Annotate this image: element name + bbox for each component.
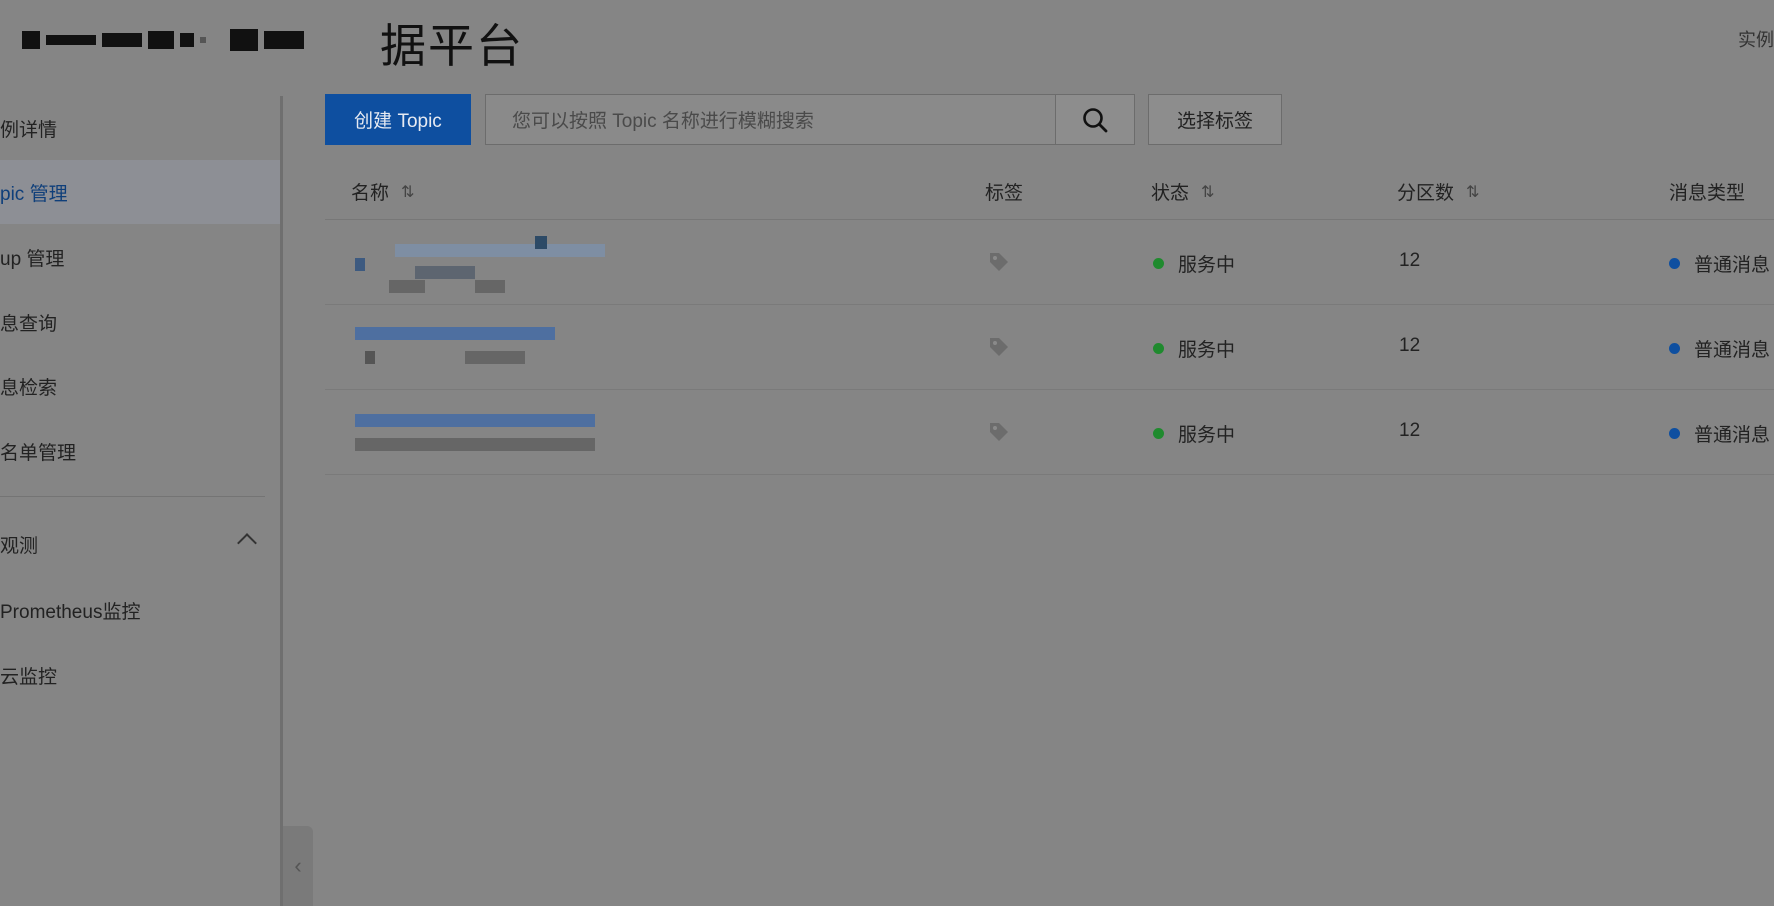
column-label: 分区数 [1397, 183, 1455, 204]
sidebar-item-label: 例详情 [0, 119, 58, 141]
type-dot-icon [1669, 258, 1680, 269]
search-placeholder: 您可以按照 Topic 名称进行模糊搜索 [512, 111, 814, 132]
sidebar-item-label: up 管理 [0, 248, 65, 270]
status-text: 服务中 [1178, 425, 1236, 446]
sidebar-item-cloud-monitor[interactable]: 云监控 [0, 643, 280, 707]
tag-icon[interactable] [987, 420, 1011, 444]
search-icon [1083, 107, 1108, 132]
sidebar-item-message-search[interactable]: 息检索 [0, 354, 280, 418]
redacted-topic-name[interactable] [355, 321, 625, 376]
status-text: 服务中 [1178, 255, 1236, 276]
column-header-tags: 标签 [985, 178, 1023, 205]
column-header-status[interactable]: 状态 ⇅ [1151, 178, 1214, 205]
type-dot-icon [1669, 428, 1680, 439]
partitions-cell: 12 [1399, 420, 1421, 441]
partitions-cell: 12 [1399, 335, 1421, 356]
column-header-partitions[interactable]: 分区数 ⇅ [1397, 178, 1479, 205]
sidebar-item-message-query[interactable]: 息查询 [0, 290, 280, 354]
page-title: 据平台 [380, 19, 524, 73]
sidebar: 例详情 pic 管理 up 管理 息查询 息检索 名单管理 观测 Prometh… [0, 96, 283, 906]
status-cell: 服务中 [1153, 335, 1235, 362]
status-text: 服务中 [1178, 340, 1236, 361]
sidebar-item-prometheus[interactable]: Prometheus监控 [0, 578, 280, 642]
status-dot-icon [1153, 428, 1164, 439]
column-label: 标签 [985, 183, 1024, 204]
column-label: 名称 [351, 183, 390, 204]
status-cell: 服务中 [1153, 250, 1235, 277]
sidebar-group-observability[interactable]: 观测 [0, 512, 280, 576]
partitions-cell: 12 [1399, 250, 1421, 271]
type-dot-icon [1669, 343, 1680, 354]
column-label: 消息类型 [1669, 183, 1746, 204]
sidebar-item-instance-detail[interactable]: 例详情 [0, 96, 280, 160]
message-type-text: 普通消息 [1694, 340, 1771, 361]
status-dot-icon [1153, 258, 1164, 269]
status-dot-icon [1153, 343, 1164, 354]
message-type-cell: 普通消息 [1669, 335, 1770, 362]
topic-table: 名称 ⇅ 标签 状态 ⇅ 分区数 ⇅ 消息类型 服务中 12 普通消息 服务中 … [325, 160, 1774, 475]
redacted-title-prefix [22, 14, 374, 66]
create-topic-button[interactable]: 创建 Topic [325, 94, 471, 145]
table-row[interactable]: 服务中 12 普通消息 [325, 220, 1774, 305]
table-header: 名称 ⇅ 标签 状态 ⇅ 分区数 ⇅ 消息类型 [325, 160, 1774, 220]
sidebar-item-label: 息检索 [0, 377, 58, 399]
search-input[interactable]: 您可以按照 Topic 名称进行模糊搜索 [485, 94, 1057, 145]
sort-icon[interactable]: ⇅ [1201, 182, 1214, 202]
message-type-cell: 普通消息 [1669, 250, 1770, 277]
tag-select[interactable]: 选择标签 [1148, 94, 1282, 145]
sidebar-item-label: Prometheus监控 [0, 601, 141, 623]
sort-icon[interactable]: ⇅ [1466, 182, 1479, 202]
message-type-cell: 普通消息 [1669, 420, 1770, 447]
chevron-up-icon [237, 533, 257, 553]
sidebar-group-label: 观测 [0, 535, 39, 557]
tag-icon[interactable] [987, 250, 1011, 274]
message-type-text: 普通消息 [1694, 425, 1771, 446]
status-cell: 服务中 [1153, 420, 1235, 447]
tag-icon[interactable] [987, 335, 1011, 359]
redacted-topic-name[interactable] [355, 406, 625, 461]
sidebar-item-label: pic 管理 [0, 183, 68, 205]
sidebar-item-label: 云监控 [0, 666, 58, 688]
column-header-name[interactable]: 名称 ⇅ [351, 178, 414, 205]
sidebar-item-label: 名单管理 [0, 442, 77, 464]
redacted-topic-name[interactable] [355, 236, 625, 293]
sidebar-item-label: 息查询 [0, 313, 58, 335]
table-row[interactable]: 服务中 12 普通消息 [325, 390, 1774, 475]
sidebar-collapse-button[interactable]: ‹ [283, 826, 313, 906]
table-row[interactable]: 服务中 12 普通消息 [325, 305, 1774, 390]
header: 据平台 实例 [0, 0, 1774, 78]
sidebar-item-topic-management[interactable]: pic 管理 [0, 160, 280, 224]
sidebar-separator [0, 496, 265, 497]
sort-icon[interactable]: ⇅ [401, 182, 414, 202]
chevron-left-icon: ‹ [294, 853, 302, 878]
sidebar-item-group-management[interactable]: up 管理 [0, 225, 280, 289]
sidebar-divider [280, 96, 283, 906]
instance-link[interactable]: 实例 [1738, 26, 1774, 52]
column-label: 状态 [1151, 183, 1190, 204]
column-header-message-type: 消息类型 [1669, 178, 1745, 205]
search-button[interactable] [1055, 94, 1135, 145]
sidebar-item-whitelist[interactable]: 名单管理 [0, 419, 280, 483]
message-type-text: 普通消息 [1694, 255, 1771, 276]
